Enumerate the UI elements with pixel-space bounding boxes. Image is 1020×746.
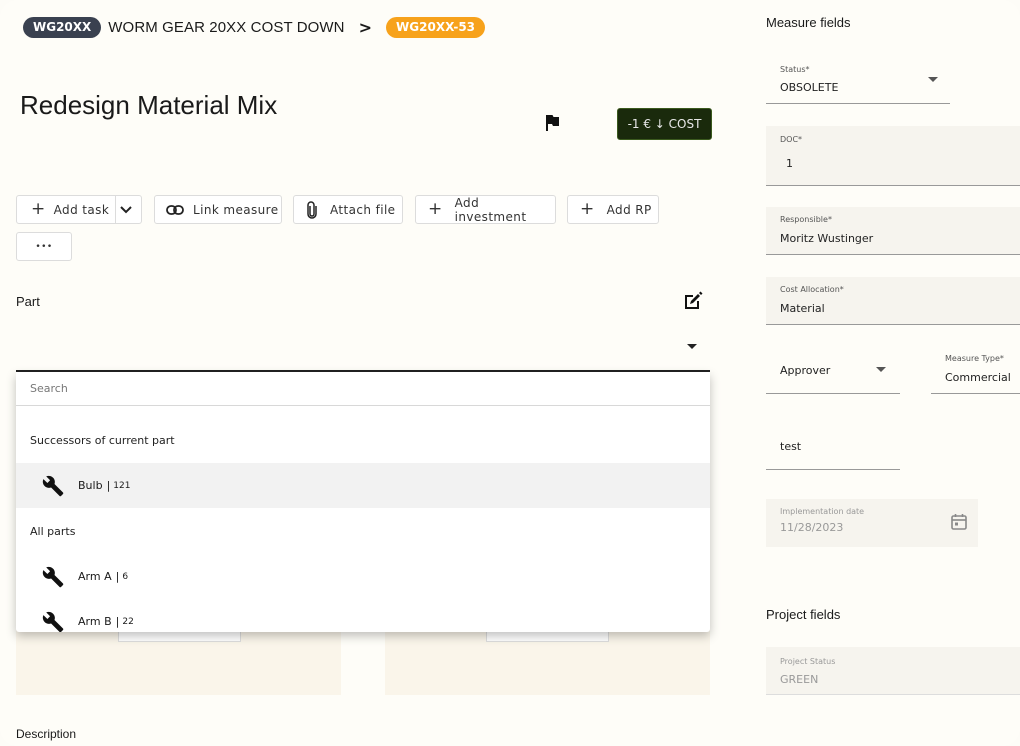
part-option-bulb[interactable]: Bulb | 121 [16, 463, 710, 508]
test-field[interactable]: test [766, 422, 900, 470]
project-fields-heading: Project fields [766, 607, 841, 622]
group-header-successors: Successors of current part [30, 434, 175, 447]
project-title[interactable]: WORM GEAR 20XX COST DOWN [108, 19, 344, 36]
part-option-separator: | [115, 570, 120, 583]
measure-type-value: Commercial [945, 371, 1011, 384]
link-icon [166, 204, 184, 215]
part-option-number: 22 [122, 616, 134, 627]
part-option-number: 6 [122, 571, 129, 582]
wrench-icon [42, 611, 64, 632]
chevron-down-icon [928, 77, 938, 82]
measure-type-field[interactable]: Measure Type* Commercial [931, 346, 1020, 394]
measure-fields-heading: Measure fields [766, 15, 851, 30]
plus-icon: + [31, 199, 46, 219]
responsible-label: Responsible* [780, 215, 832, 224]
responsible-field[interactable]: Responsible* Moritz Wustinger [766, 207, 1020, 255]
paperclip-icon [307, 200, 317, 219]
cost-allocation-value: Material [780, 302, 825, 315]
wrench-icon [42, 475, 64, 496]
part-option-number: 121 [113, 480, 131, 491]
test-value: test [780, 440, 802, 453]
measure-chip: WG20XX-53 [386, 16, 486, 38]
part-option-separator: | [106, 479, 111, 492]
cost-allocation-field[interactable]: Cost Allocation* Material [766, 277, 1020, 325]
add-task-label: Add task [53, 202, 110, 217]
implementation-date-field[interactable]: Implementation date 11/28/2023 [766, 499, 978, 547]
part-option-arm-b[interactable]: Arm B | 22 [16, 599, 710, 632]
link-measure-label: Link measure [193, 202, 279, 217]
approver-select[interactable]: Approver [766, 346, 900, 394]
cost-badge: -1 € ↓ COST [617, 108, 712, 140]
doc-value: 1 [786, 157, 793, 170]
app-frame: WG20XX WORM GEAR 20XX COST DOWN > WG20XX… [0, 0, 1020, 746]
doc-label: DOC* [780, 135, 803, 144]
group-header-all-parts: All parts [30, 525, 76, 538]
chevron-right-icon: > [358, 17, 373, 37]
page-title: Redesign Material Mix [20, 90, 278, 120]
cost-allocation-label: Cost Allocation* [780, 285, 844, 294]
status-select[interactable]: Status* OBSOLETE [766, 56, 950, 104]
responsible-value: Moritz Wustinger [780, 232, 874, 245]
approver-placeholder: Approver [780, 364, 831, 377]
measure-type-label: Measure Type* [945, 354, 1004, 363]
plus-icon: + [580, 199, 595, 219]
breadcrumb: WG20XX WORM GEAR 20XX COST DOWN > WG20XX… [23, 16, 486, 38]
project-chip[interactable]: WG20XX [23, 16, 102, 38]
add-rp-button[interactable]: + Add RP [567, 195, 659, 224]
add-investment-button[interactable]: + Add investment [415, 195, 556, 224]
plus-icon: + [428, 199, 443, 219]
split-divider [115, 196, 116, 223]
implementation-date-label: Implementation date [780, 507, 865, 516]
project-status-field: Project Status GREEN [766, 647, 1020, 695]
description-label: Description [16, 727, 77, 741]
status-value: OBSOLETE [780, 81, 839, 94]
attach-file-button[interactable]: Attach file [293, 195, 403, 224]
link-measure-button[interactable]: Link measure [154, 195, 282, 224]
flag-icon[interactable] [543, 114, 561, 132]
project-status-label: Project Status [780, 657, 836, 666]
project-status-value: GREEN [780, 673, 819, 686]
part-dropdown-caret-icon[interactable] [687, 344, 697, 349]
part-option-name: Arm B [78, 615, 112, 628]
part-dropdown-panel: Search Successors of current part Bulb |… [16, 372, 710, 632]
chevron-down-icon [876, 367, 886, 372]
part-search-input[interactable]: Search [16, 372, 710, 406]
calendar-icon[interactable] [950, 513, 968, 531]
part-option-name: Bulb [78, 479, 103, 492]
more-button[interactable]: ••• [16, 232, 72, 261]
wrench-icon [42, 566, 64, 587]
implementation-date-value: 11/28/2023 [780, 521, 844, 534]
part-option-arm-a[interactable]: Arm A | 6 [16, 554, 710, 599]
add-rp-label: Add RP [606, 202, 652, 217]
part-option-name: Arm A [78, 570, 112, 583]
part-label: Part [16, 294, 40, 309]
status-label: Status* [780, 65, 810, 74]
doc-field[interactable]: DOC* 1 [766, 126, 1020, 186]
chevron-down-icon[interactable] [119, 205, 133, 215]
edit-icon[interactable] [682, 290, 704, 312]
add-investment-label: Add investment [454, 195, 527, 224]
attach-file-label: Attach file [330, 202, 396, 217]
part-option-separator: | [115, 615, 120, 628]
